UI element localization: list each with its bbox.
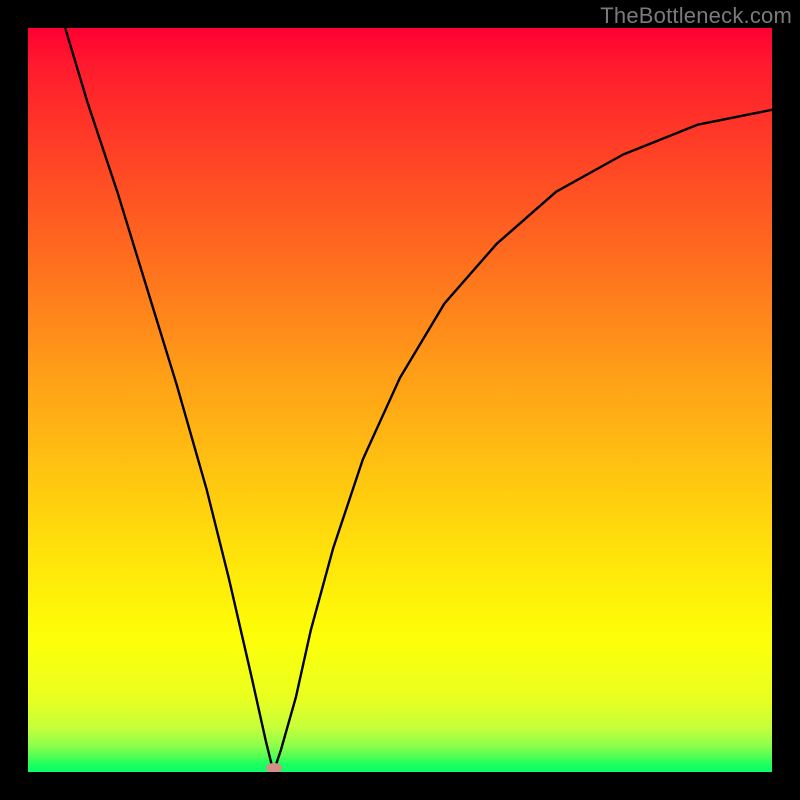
bottleneck-curve <box>28 28 772 772</box>
plot-area <box>28 28 772 772</box>
watermark-text: TheBottleneck.com <box>600 3 792 29</box>
chart-frame: TheBottleneck.com <box>0 0 800 800</box>
optimal-point-marker <box>266 763 282 772</box>
